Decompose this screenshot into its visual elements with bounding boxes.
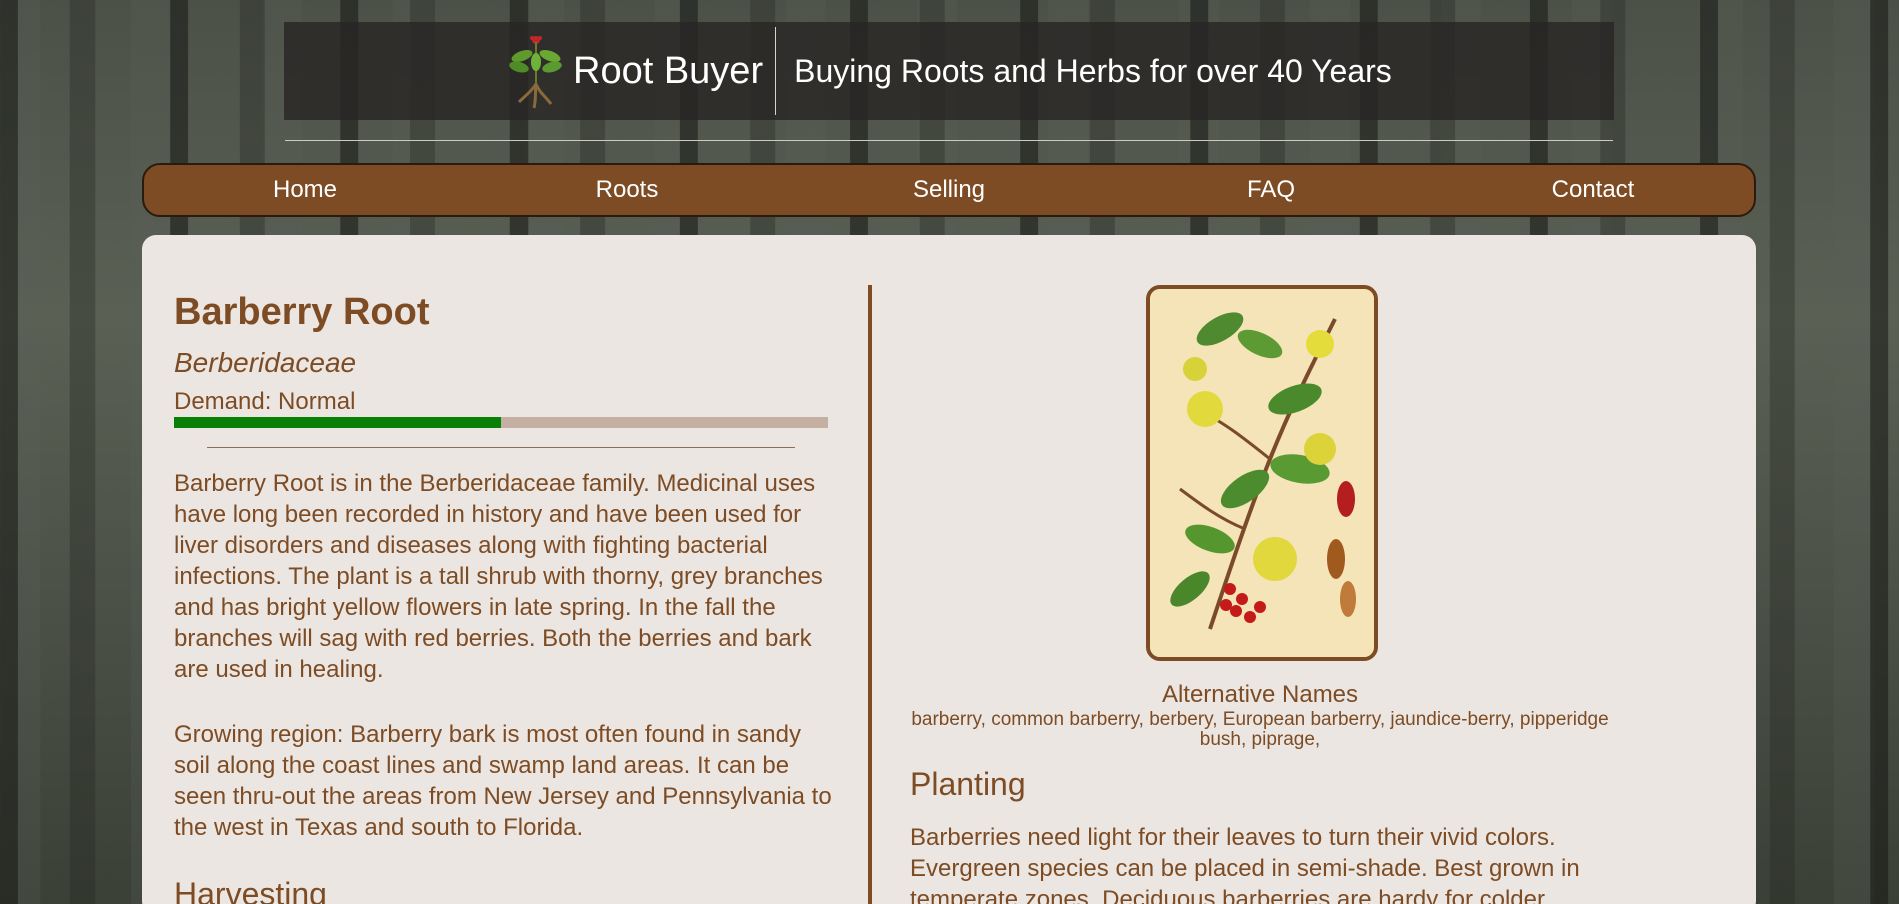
column-divider [868,285,872,904]
plant-family: Berberidaceae [174,347,357,378]
demand-bar-fill [174,417,501,428]
barberry-illustration[interactable] [1146,285,1378,661]
page-title: Barberry Root [174,291,430,333]
site-header: Root Buyer Buying Roots and Herbs for ov… [505,27,1392,115]
alternative-names-list: barberry, common barberry, berbery, Euro… [911,709,1609,750]
description-text: Barberry Root is in the Berberidaceae fa… [174,470,823,683]
growing-region-text: Growing region: Barberry bark is most of… [174,721,832,841]
site-tagline: Buying Roots and Herbs for over 40 Years [794,52,1392,89]
nav-item-roots[interactable]: Roots [466,176,788,204]
planting-heading: Planting [910,766,1026,802]
demand-bar [174,417,828,428]
section-divider [207,447,795,448]
main-nav: Home Roots Selling FAQ Contact [142,163,1756,217]
nav-item-faq[interactable]: FAQ [1110,176,1432,204]
header-divider [285,140,1613,141]
demand-label: Demand: Normal [174,388,356,415]
content-panel: Barberry Root Berberidaceae Demand: Norm… [142,235,1756,904]
nav-item-selling[interactable]: Selling [788,176,1110,204]
site-name[interactable]: Root Buyer [573,27,777,115]
nav-item-home[interactable]: Home [144,176,466,204]
nav-item-contact[interactable]: Contact [1432,176,1754,204]
alternative-names-title: Alternative Names [1161,681,1359,708]
planting-text: Barberries need light for their leaves t… [910,824,1580,904]
ginseng-plant-icon[interactable] [505,32,565,110]
harvesting-heading: Harvesting [174,876,327,904]
barberry-illustration-drawing [1150,289,1374,657]
